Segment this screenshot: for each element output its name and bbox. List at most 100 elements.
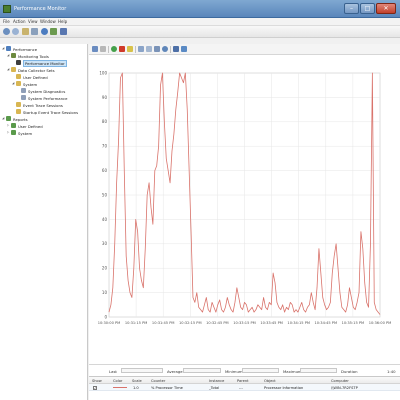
- folder-icon: [16, 74, 21, 79]
- help-icon[interactable]: [41, 28, 48, 35]
- paste-icon[interactable]: [146, 46, 152, 52]
- y-tick-label: 70: [102, 144, 108, 149]
- expand-arrow-icon[interactable]: ▷: [7, 124, 10, 127]
- menu-action[interactable]: Action: [13, 19, 26, 24]
- report-folder-icon: [11, 123, 16, 128]
- show-tree-icon[interactable]: [31, 28, 38, 35]
- performance-icon: [6, 46, 11, 51]
- y-tick-label: 100: [99, 70, 107, 75]
- menu-view[interactable]: View: [28, 19, 38, 24]
- highlight-icon[interactable]: [127, 46, 133, 52]
- y-tick-label: 80: [102, 119, 108, 124]
- collapse-arrow-icon[interactable]: ◢: [7, 54, 10, 57]
- graph-type-icon[interactable]: [92, 46, 98, 52]
- menu-help[interactable]: Help: [58, 19, 67, 24]
- menu-window[interactable]: Window: [40, 19, 56, 24]
- x-tick-label: 10:31:15 PM: [125, 321, 148, 325]
- stat-minimum-value: [242, 368, 279, 373]
- folder-icon: [16, 102, 21, 107]
- stat-duration: Duration 1:40: [341, 368, 396, 374]
- x-tick-label: 10:31:45 PM: [152, 321, 175, 325]
- title-bar[interactable]: Performance Monitor – □ ✕: [0, 0, 400, 18]
- y-tick-label: 50: [102, 192, 108, 197]
- copy-icon[interactable]: [138, 46, 144, 52]
- counter-legend: Show Color Scale Counter Instance Parent…: [89, 376, 400, 400]
- collector-set-icon: [21, 88, 26, 93]
- x-tick-label: 10:36:00 PM: [369, 321, 392, 325]
- y-tick-label: 90: [102, 95, 108, 100]
- legend-header: Show Color Scale Counter Instance Parent…: [89, 377, 400, 384]
- add-counter-icon[interactable]: [111, 46, 117, 52]
- expand-arrow-icon[interactable]: ▷: [7, 131, 10, 134]
- header-object[interactable]: Object: [264, 379, 276, 383]
- chart-view-icon[interactable]: [60, 28, 67, 35]
- header-counter[interactable]: Counter: [151, 379, 165, 383]
- series-color-swatch: [113, 387, 127, 388]
- close-icon: ✕: [383, 5, 389, 12]
- x-tick-label: 10:35:15 PM: [342, 321, 365, 325]
- cell-counter: % Processor Time: [151, 385, 183, 390]
- x-tick-label: 10:34:15 PM: [287, 321, 310, 325]
- monitor-icon: [16, 60, 21, 65]
- freeze-icon[interactable]: [100, 46, 106, 52]
- header-show[interactable]: Show: [92, 379, 102, 383]
- y-tick-label: 20: [102, 266, 108, 271]
- toolbar-separator: [170, 46, 171, 53]
- toolbar-separator: [108, 46, 109, 53]
- cell-parent: ---: [239, 385, 243, 390]
- statistics-bar: Last Average Minimum Maximum Duration 1:…: [89, 364, 400, 376]
- window-title: Performance Monitor: [14, 6, 67, 12]
- forward-arrow-icon[interactable]: [12, 28, 19, 35]
- stat-minimum: Minimum: [225, 368, 281, 374]
- header-scale[interactable]: Scale: [132, 379, 142, 383]
- line-chart: 0 10 20 30 40 50 60 70 80 90 100 10:30:00 PM 10:31:1…: [98, 70, 392, 325]
- minimize-button[interactable]: –: [344, 3, 359, 14]
- delete-counter-icon[interactable]: [119, 46, 125, 52]
- folder-icon: [11, 67, 16, 72]
- collector-set-icon: [21, 95, 26, 100]
- tools-icon: [11, 53, 16, 58]
- folder-icon: [16, 109, 21, 114]
- reports-icon: [6, 116, 11, 121]
- collapse-arrow-icon[interactable]: ◢: [2, 117, 5, 120]
- header-instance[interactable]: Instance: [209, 379, 224, 383]
- x-tick-label: 10:33:45 PM: [260, 321, 283, 325]
- x-tick-label: 10:32:15 PM: [179, 321, 202, 325]
- performance-graph[interactable]: 0 10 20 30 40 50 60 70 80 90 100 10:30:00 PM 10:31:1…: [89, 55, 400, 364]
- y-tick-label: 60: [102, 168, 108, 173]
- stat-last-value: [121, 368, 163, 373]
- toolbar-separator: [135, 46, 136, 53]
- x-tick-label: 10:33:15 PM: [233, 321, 256, 325]
- stat-average-value: [183, 368, 221, 373]
- navigation-tree: ◢ Performance ◢ Monitoring Tools Perform…: [0, 44, 88, 400]
- pause-icon[interactable]: [173, 46, 179, 52]
- minimize-icon: –: [350, 5, 353, 12]
- table-row[interactable]: ✓ 1.0 % Processor Time _Total --- Proces…: [89, 384, 400, 391]
- stat-maximum-value: [300, 368, 337, 373]
- close-button[interactable]: ✕: [376, 3, 396, 14]
- header-parent[interactable]: Parent: [237, 379, 249, 383]
- show-checkbox[interactable]: ✓: [93, 385, 97, 390]
- up-folder-icon[interactable]: [22, 28, 29, 35]
- menu-bar: File Action View Window Help: [0, 18, 400, 26]
- cell-computer: \\WIN-7R2FSTP: [331, 385, 358, 390]
- app-icon: [3, 5, 11, 13]
- collapse-arrow-icon[interactable]: ◢: [7, 68, 10, 71]
- collapse-arrow-icon[interactable]: ◢: [12, 82, 15, 85]
- maximize-button[interactable]: □: [360, 3, 375, 14]
- header-color[interactable]: Color: [113, 379, 122, 383]
- properties-icon[interactable]: [154, 46, 160, 52]
- menu-file[interactable]: File: [3, 19, 10, 24]
- collapse-arrow-icon[interactable]: ◢: [2, 47, 5, 50]
- graph-toolbar: [89, 44, 400, 55]
- properties-icon[interactable]: [50, 28, 57, 35]
- header-computer[interactable]: Computer: [331, 379, 349, 383]
- maximize-icon: □: [364, 5, 371, 12]
- zoom-icon[interactable]: [162, 46, 168, 52]
- report-folder-icon: [11, 130, 16, 135]
- main-toolbar: [0, 26, 400, 38]
- y-tick-label: 40: [102, 217, 108, 222]
- back-arrow-icon[interactable]: [3, 28, 10, 35]
- performance-monitor-pane: 0 10 20 30 40 50 60 70 80 90 100 10:30:00 PM 10:31:1…: [89, 44, 400, 400]
- update-icon[interactable]: [181, 46, 187, 52]
